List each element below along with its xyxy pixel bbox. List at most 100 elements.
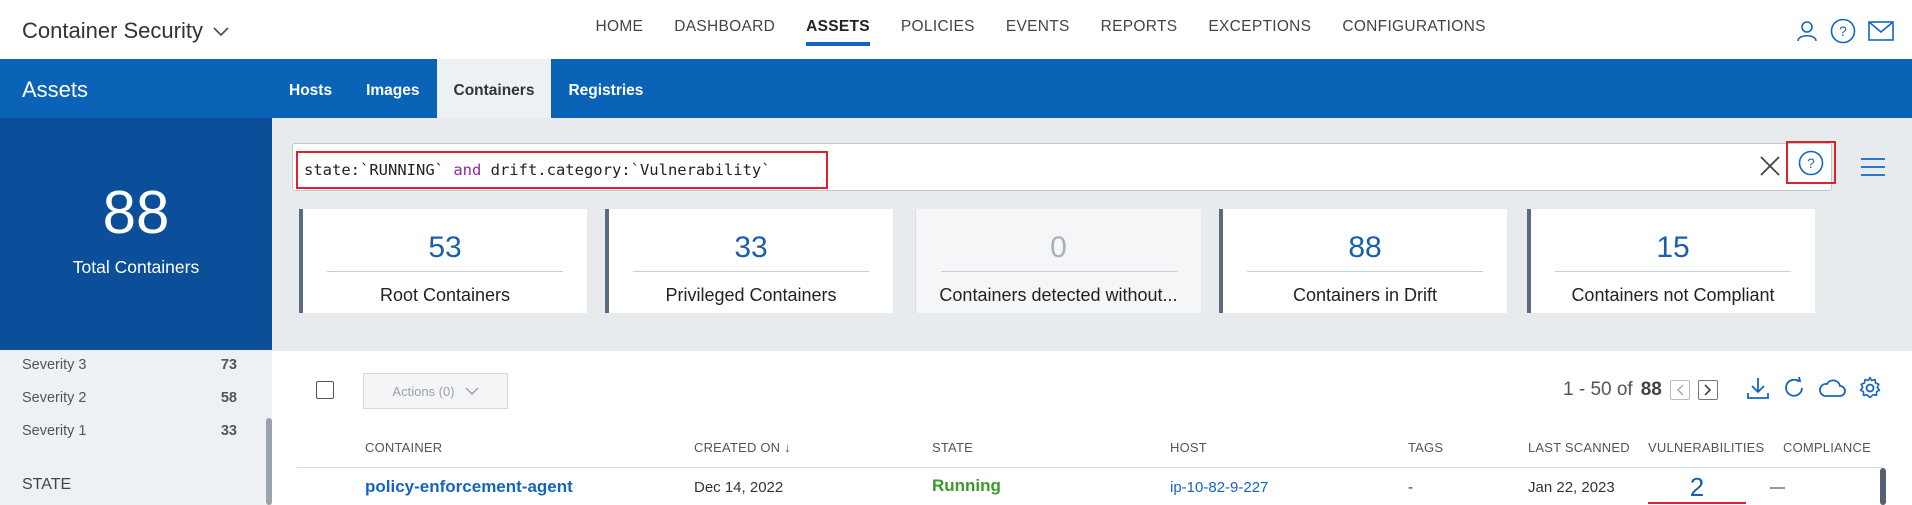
filter-label: Severity 3 xyxy=(22,357,87,373)
tab-containers[interactable]: Containers xyxy=(436,59,552,118)
chevron-right-icon xyxy=(1704,384,1711,396)
filter-severity-2[interactable]: Severity 2 58 xyxy=(22,390,237,406)
compliance-cell: — xyxy=(1770,479,1785,496)
card-label: Root Containers xyxy=(379,285,511,305)
card-value: 33 xyxy=(734,231,768,264)
gear-icon[interactable] xyxy=(1858,376,1882,400)
card-label: Containers in Drift xyxy=(1292,285,1438,305)
total-summary: 88 Total Containers xyxy=(0,118,272,350)
actions-label: Actions (0) xyxy=(392,383,455,399)
col-state[interactable]: STATE xyxy=(932,440,973,455)
help-icon: ? xyxy=(1798,150,1824,175)
filter-severity-3[interactable]: Severity 3 73 xyxy=(22,357,237,373)
search-help-button[interactable]: ? xyxy=(1786,141,1836,184)
query-part: state:`RUNNING` xyxy=(304,161,454,179)
filter-severity-1[interactable]: Severity 1 33 xyxy=(22,423,237,439)
filter-count: 58 xyxy=(220,390,237,406)
col-vulnerabilities[interactable]: VULNERABILITIES xyxy=(1648,440,1764,455)
table-tools xyxy=(1746,376,1882,400)
card-containers-detected: 0 Containers detected without... xyxy=(915,209,1201,313)
nav-reports[interactable]: REPORTS xyxy=(1085,0,1193,59)
nav-policies[interactable]: POLICIES xyxy=(885,0,990,59)
app-switcher[interactable]: Container Security xyxy=(22,18,229,44)
chevron-down-icon xyxy=(465,387,479,395)
card-divider xyxy=(1555,271,1791,272)
card-divider xyxy=(633,271,869,272)
top-icons: ? xyxy=(1796,18,1894,44)
nav-events[interactable]: EVENTS xyxy=(990,0,1085,59)
nav-exceptions[interactable]: EXCEPTIONS xyxy=(1193,0,1327,59)
highlight-underline xyxy=(1648,502,1746,504)
card-containers-in-drift[interactable]: 88 Containers in Drift xyxy=(1219,209,1507,313)
pagination: 1 - 50 of 88 xyxy=(1563,379,1718,401)
header-divider xyxy=(297,467,1883,468)
help-icon[interactable]: ? xyxy=(1830,18,1856,44)
refresh-icon[interactable] xyxy=(1782,376,1806,400)
col-last-scanned[interactable]: LAST SCANNED xyxy=(1528,440,1630,455)
total-count: 88 xyxy=(102,179,170,246)
card-privileged-containers[interactable]: 33 Privileged Containers xyxy=(605,209,893,313)
filter-count: 73 xyxy=(220,357,237,373)
card-containers-not-compliant[interactable]: 15 Containers not Compliant xyxy=(1527,209,1815,313)
col-container[interactable]: CONTAINER xyxy=(365,440,442,455)
select-all-checkbox[interactable] xyxy=(316,381,334,399)
hamburger-menu-icon[interactable] xyxy=(1860,157,1886,177)
card-divider xyxy=(940,271,1177,272)
svg-text:?: ? xyxy=(1807,155,1815,171)
subtabs: Hosts Images Containers Registries xyxy=(272,59,660,118)
card-root-containers[interactable]: 53 Root Containers xyxy=(299,209,587,313)
svg-text:?: ? xyxy=(1839,23,1847,39)
container-name-link[interactable]: policy-enforcement-agent xyxy=(365,477,573,497)
nav-dashboard[interactable]: DASHBOARD xyxy=(659,0,791,59)
total-label: Total Containers xyxy=(72,257,200,277)
card-value: 53 xyxy=(428,231,462,264)
card-value: 0 xyxy=(1050,231,1067,264)
col-created-on[interactable]: CREATED ON ↓ xyxy=(694,440,791,455)
tags-cell: - xyxy=(1408,479,1413,496)
nav-home[interactable]: HOME xyxy=(580,0,659,59)
host-link[interactable]: ip-10-82-9-227 xyxy=(1170,479,1268,496)
nav-assets[interactable]: ASSETS xyxy=(791,0,886,59)
created-on-cell: Dec 14, 2022 xyxy=(694,479,784,496)
table-scrollbar[interactable] xyxy=(1880,468,1886,505)
section-title: Assets xyxy=(22,77,89,102)
state-cell: Running xyxy=(932,476,1001,495)
vulnerabilities-link[interactable]: 2 xyxy=(1648,472,1746,503)
sort-arrow-icon: ↓ xyxy=(784,440,791,455)
filter-count: 33 xyxy=(220,423,237,439)
tab-images[interactable]: Images xyxy=(349,59,436,118)
card-divider xyxy=(327,271,563,272)
mail-icon[interactable] xyxy=(1868,21,1894,41)
actions-dropdown[interactable]: Actions (0) xyxy=(363,373,508,409)
last-scanned-cell: Jan 22, 2023 xyxy=(1528,479,1615,496)
search-query[interactable]: state:`RUNNING` and drift.category:`Vuln… xyxy=(296,151,828,189)
query-operator: and xyxy=(453,161,482,179)
section-bar: Assets Hosts Images Containers Registrie… xyxy=(0,59,1912,118)
card-label: Privileged Containers xyxy=(665,285,837,305)
card-divider xyxy=(1247,271,1483,272)
card-value: 15 xyxy=(1656,231,1690,264)
state-heading: STATE xyxy=(22,476,72,493)
query-part: drift.category:`Vulnerability` xyxy=(481,161,771,179)
filter-label: Severity 1 xyxy=(22,423,87,439)
tab-hosts[interactable]: Hosts xyxy=(272,59,349,118)
main-nav: HOME DASHBOARD ASSETS POLICIES EVENTS RE… xyxy=(580,0,1501,59)
download-icon[interactable] xyxy=(1746,376,1770,400)
prev-page-button[interactable] xyxy=(1669,380,1690,400)
card-label: Containers not Compliant xyxy=(1571,285,1775,305)
nav-configurations[interactable]: CONFIGURATIONS xyxy=(1327,0,1501,59)
col-host[interactable]: HOST xyxy=(1170,440,1207,455)
next-page-button[interactable] xyxy=(1697,380,1718,400)
col-label: CREATED ON xyxy=(694,440,781,455)
chevron-left-icon xyxy=(1676,384,1684,396)
col-tags[interactable]: TAGS xyxy=(1408,440,1443,455)
card-value: 88 xyxy=(1348,231,1382,264)
pager-range: 1 - 50 of xyxy=(1563,379,1633,400)
col-compliance[interactable]: COMPLIANCE xyxy=(1783,440,1871,455)
user-icon[interactable] xyxy=(1796,20,1818,42)
clear-icon[interactable] xyxy=(1759,155,1781,177)
chevron-down-icon xyxy=(213,27,229,37)
cloud-icon[interactable] xyxy=(1818,377,1846,399)
pager-total: 88 xyxy=(1640,379,1662,400)
tab-registries[interactable]: Registries xyxy=(551,59,660,118)
